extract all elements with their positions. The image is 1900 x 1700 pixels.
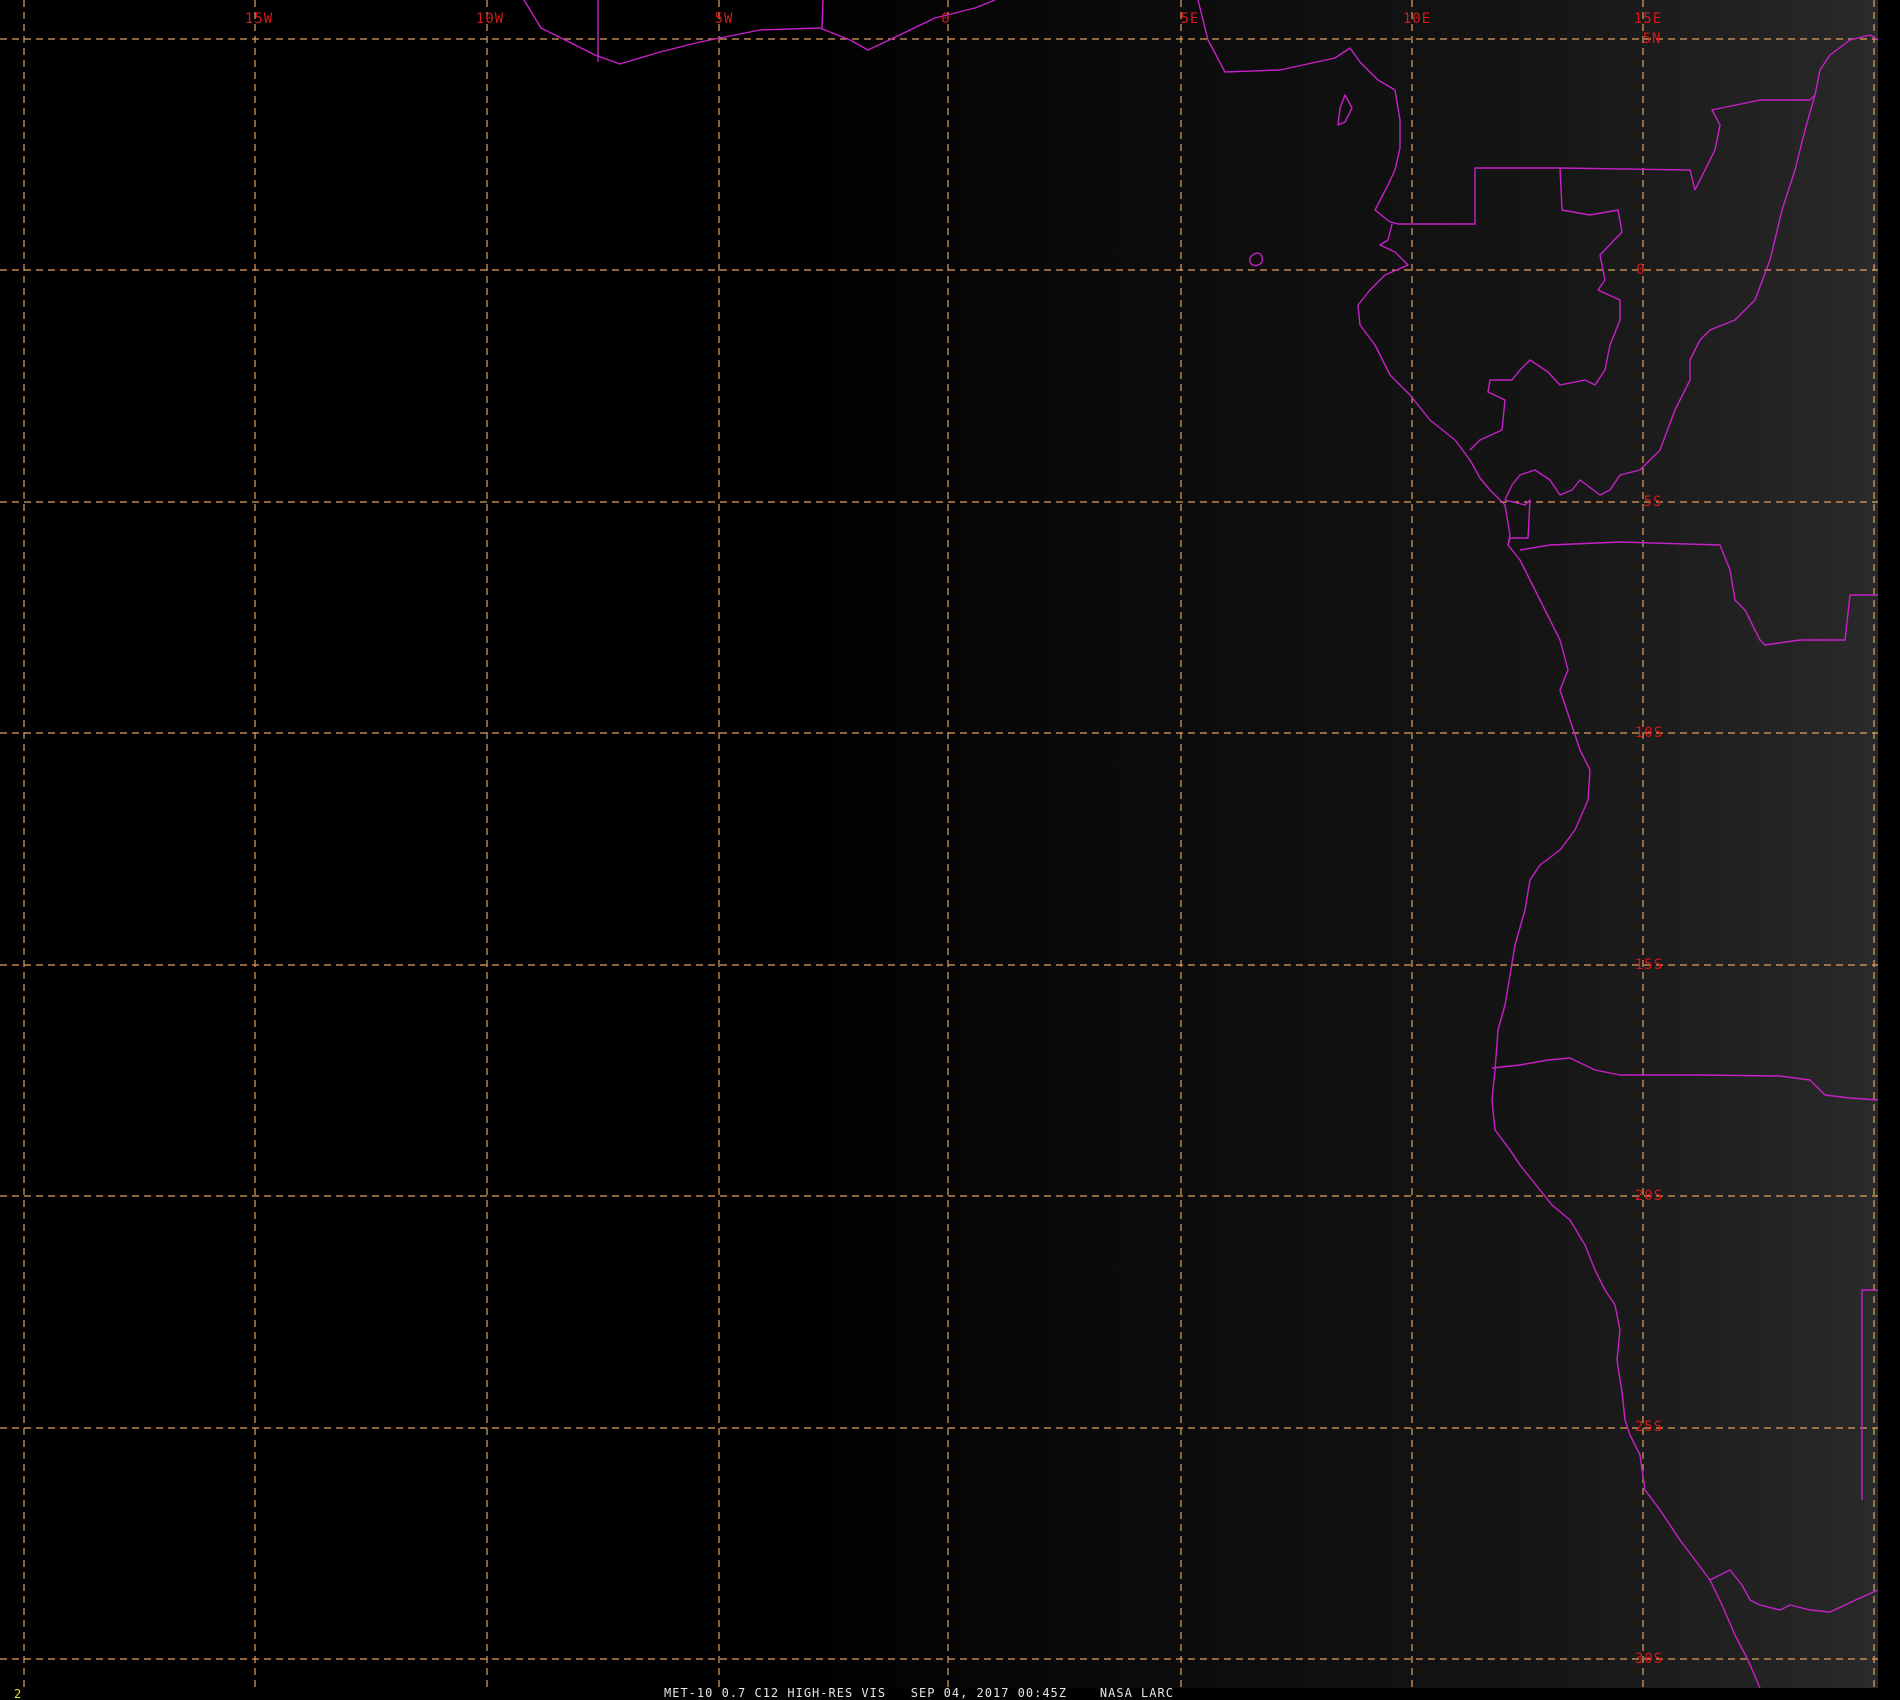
lat-label-15s: 15S bbox=[1635, 957, 1663, 973]
lat-label-10s: 10S bbox=[1635, 725, 1663, 741]
lon-label-0: 0 bbox=[941, 11, 950, 27]
lon-label-15w: 15W bbox=[245, 11, 273, 27]
west-africa-border-2 bbox=[821, 0, 824, 31]
lat-label-20s: 20S bbox=[1635, 1188, 1663, 1204]
lon-label-10e: 10E bbox=[1403, 11, 1431, 27]
lon-label-10w: 10W bbox=[476, 11, 504, 27]
image-caption: MET-10 0.7 C12 HIGH-RES VIS SEP 04, 2017… bbox=[664, 1686, 1174, 1700]
lat-label-0: 0 bbox=[1636, 262, 1645, 278]
map-canvas: 15W 10W 5W 0 5E 10E 15E 5N 0 5S 10S 15S … bbox=[0, 0, 1900, 1700]
satellite-map-view: 15W 10W 5W 0 5E 10E 15E 5N 0 5S 10S 15S … bbox=[0, 0, 1900, 1700]
lon-label-5e: 5E bbox=[1181, 11, 1200, 27]
lat-label-30s: 30S bbox=[1635, 1651, 1663, 1667]
satellite-imagery bbox=[0, 0, 1878, 1688]
space-edge bbox=[1878, 0, 1900, 1688]
lat-label-25s: 25S bbox=[1635, 1419, 1663, 1435]
lat-label-5n: 5N bbox=[1643, 31, 1662, 47]
lon-label-15e: 15E bbox=[1634, 11, 1662, 27]
lat-label-5s: 5S bbox=[1644, 494, 1663, 510]
frame-number: 2 bbox=[14, 1687, 21, 1700]
lon-label-5w: 5W bbox=[715, 11, 734, 27]
